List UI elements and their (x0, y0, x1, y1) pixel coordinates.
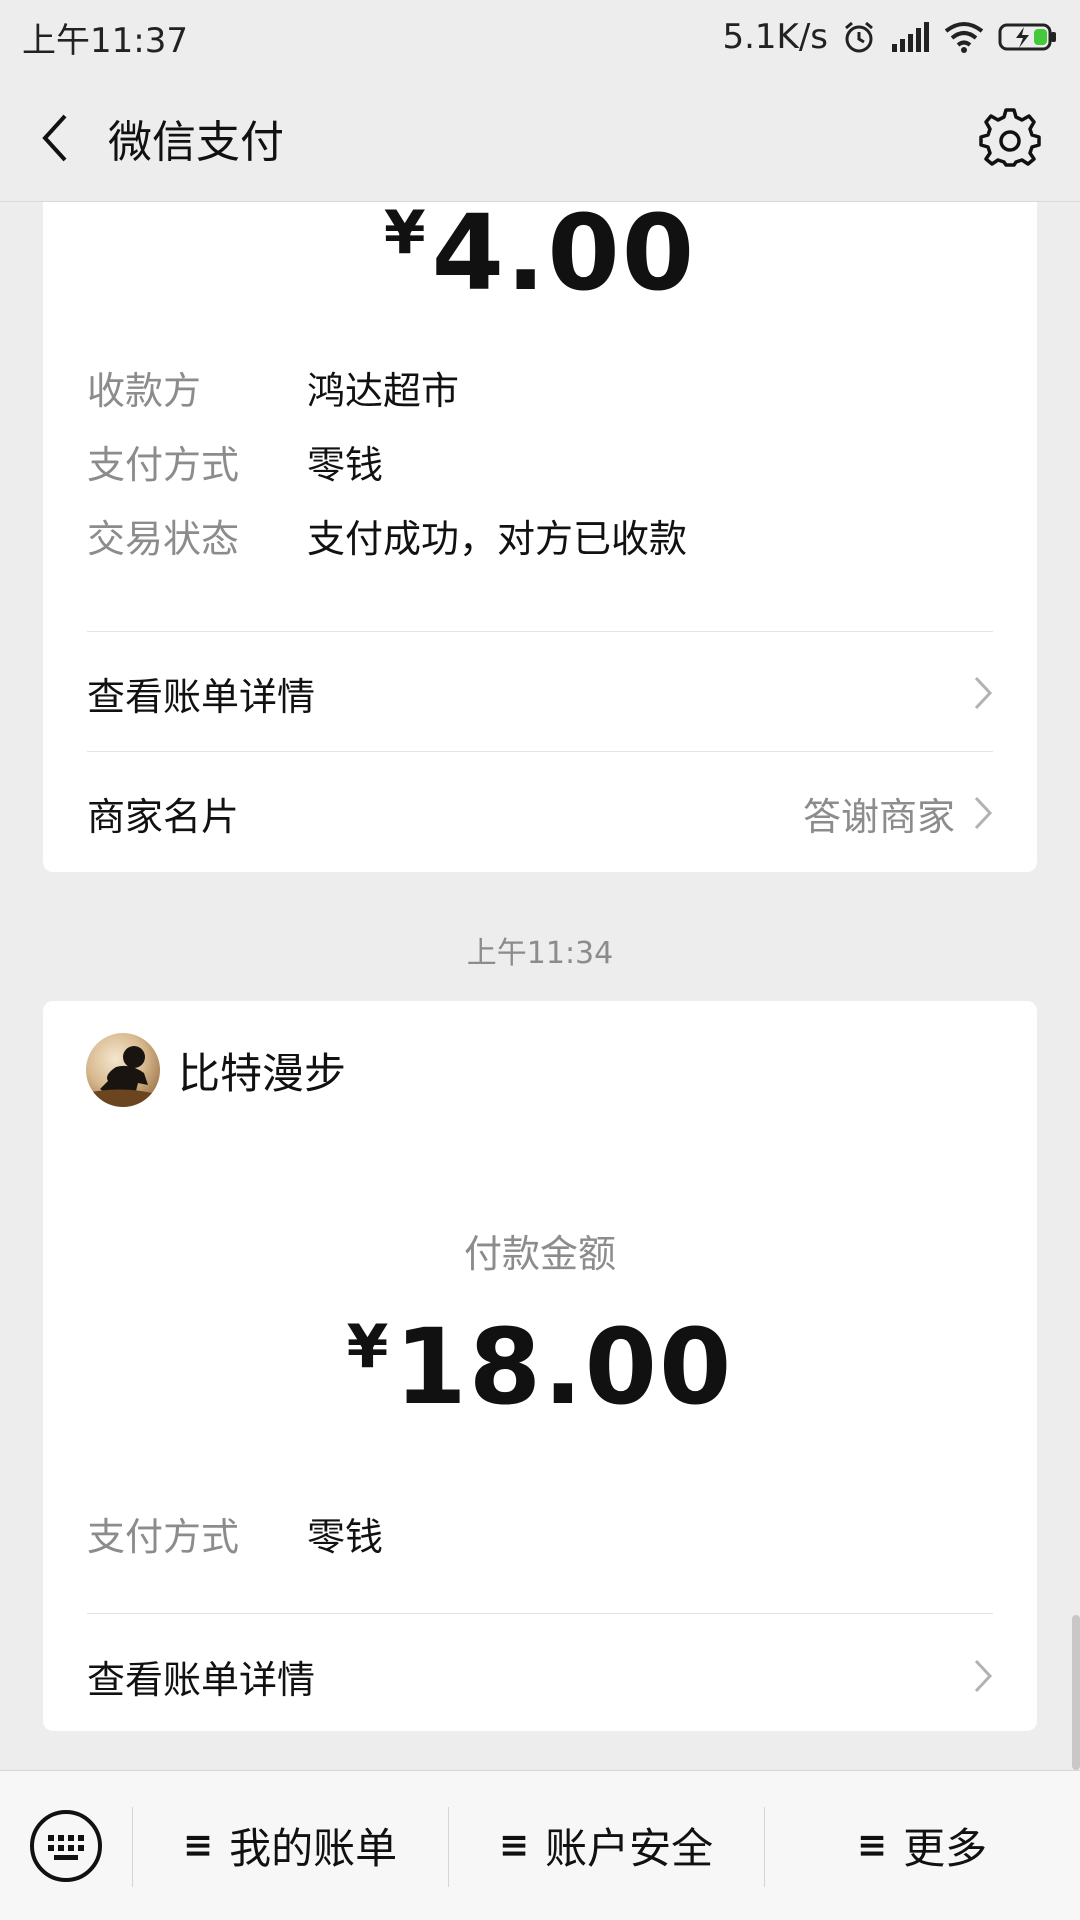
signal-icon (892, 22, 929, 52)
status-time: 上午11:37 (22, 20, 188, 61)
thank-merchant-label: 答谢商家 (802, 794, 955, 839)
scrollbar[interactable] (1072, 1615, 1080, 1770)
bottom-menu-bar: ≡ 我的账单 ≡ 账户安全 ≡ 更多 (0, 1770, 1080, 1920)
avatar-silhouette-icon (86, 1046, 160, 1107)
merchant-card-link[interactable]: 商家名片 答谢商家 (87, 758, 993, 868)
chevron-left-icon (42, 114, 67, 161)
nav-header: 微信支付 (0, 74, 1080, 202)
battery-icon (998, 23, 1056, 51)
chevron-right-icon (974, 676, 993, 710)
menu-more[interactable]: ≡ 更多 (764, 1771, 1080, 1920)
menu-account-security[interactable]: ≡ 账户安全 (448, 1771, 764, 1920)
settings-button[interactable] (978, 106, 1042, 170)
wifi-icon (944, 22, 984, 53)
detail-row-payment-method: 支付方式 零钱 (87, 443, 384, 487)
divider (87, 1613, 993, 1614)
detail-row-payee: 收款方 鸿达超市 (87, 369, 460, 413)
payment-card: 比特漫步 付款金额 ¥18.00 支付方式 零钱 查看账单详情 (43, 1001, 1037, 1731)
detail-row-payment-method: 支付方式 零钱 (87, 1515, 384, 1559)
chevron-right-icon (974, 1659, 993, 1693)
net-speed: 5.1K/s (722, 17, 828, 57)
merchant-name: 比特漫步 (178, 1048, 347, 1098)
status-bar: 上午11:37 5.1K/s (0, 0, 1080, 74)
divider (87, 631, 993, 632)
merchant-card-label: 商家名片 (87, 794, 240, 839)
view-bill-details-link[interactable]: 查看账单详情 (87, 1621, 993, 1731)
divider (87, 751, 993, 752)
avatar (86, 1033, 160, 1107)
payment-amount: ¥18.00 (346, 1306, 734, 1428)
message-list[interactable]: ¥4.00 收款方 鸿达超市 支付方式 零钱 交易状态 支付成功，对方已收款 查… (0, 202, 1080, 1770)
menu-my-bills[interactable]: ≡ 我的账单 (132, 1771, 448, 1920)
keyboard-toggle-button[interactable] (0, 1771, 132, 1920)
merchant-header[interactable]: 比特漫步 (86, 1033, 346, 1107)
back-button[interactable] (0, 74, 108, 202)
view-bill-details-link[interactable]: 查看账单详情 (87, 638, 993, 748)
gear-icon (979, 108, 1041, 167)
chevron-right-icon (974, 796, 993, 830)
payment-card: ¥4.00 收款方 鸿达超市 支付方式 零钱 交易状态 支付成功，对方已收款 查… (43, 202, 1037, 872)
payment-amount: ¥4.00 (383, 202, 697, 314)
detail-row-status: 交易状态 支付成功，对方已收款 (87, 517, 688, 561)
keyboard-icon (30, 1809, 102, 1882)
amount-label: 付款金额 (463, 1232, 616, 1276)
alarm-icon (845, 21, 873, 53)
timestamp-separator: 上午11:34 (466, 936, 614, 971)
page-title: 微信支付 (108, 116, 284, 168)
